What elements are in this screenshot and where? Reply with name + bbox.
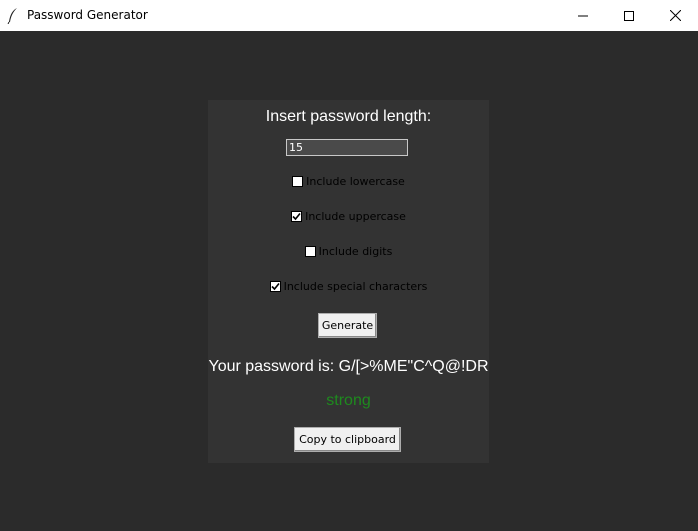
option-uppercase[interactable]: Include uppercase bbox=[208, 208, 489, 224]
maximize-icon bbox=[624, 10, 634, 21]
copy-to-clipboard-button[interactable]: Copy to clipboard bbox=[294, 427, 401, 452]
uppercase-label: Include uppercase bbox=[305, 209, 406, 223]
feather-icon bbox=[7, 8, 17, 24]
lowercase-checkbox[interactable] bbox=[292, 175, 304, 187]
minimize-button[interactable] bbox=[560, 0, 606, 31]
option-digits[interactable]: Include digits bbox=[208, 243, 489, 259]
close-button[interactable] bbox=[652, 0, 698, 31]
close-icon bbox=[669, 10, 681, 21]
length-input[interactable] bbox=[286, 139, 408, 156]
length-prompt: Insert password length: bbox=[265, 108, 432, 125]
digits-label: Include digits bbox=[318, 244, 393, 258]
special-checkbox[interactable] bbox=[269, 280, 281, 292]
option-lowercase[interactable]: Include lowercase bbox=[208, 173, 489, 189]
strength-indicator: strong bbox=[326, 392, 371, 409]
window-title: Password Generator bbox=[27, 8, 148, 22]
password-result: Your password is: G/[>%ME"C^Q@!DR bbox=[208, 358, 489, 375]
option-special[interactable]: Include special characters bbox=[208, 278, 489, 294]
lowercase-label: Include lowercase bbox=[306, 174, 405, 188]
maximize-button[interactable] bbox=[606, 0, 652, 31]
special-label: Include special characters bbox=[283, 279, 428, 293]
checkmark-icon bbox=[271, 282, 280, 290]
checkmark-icon bbox=[292, 212, 301, 220]
generator-panel: Insert password length: Include lowercas… bbox=[208, 100, 489, 463]
digits-checkbox[interactable] bbox=[304, 245, 316, 257]
generate-button[interactable]: Generate bbox=[318, 313, 377, 338]
title-bar: Password Generator bbox=[0, 0, 698, 31]
minimize-icon bbox=[578, 15, 588, 16]
uppercase-checkbox[interactable] bbox=[291, 210, 303, 222]
